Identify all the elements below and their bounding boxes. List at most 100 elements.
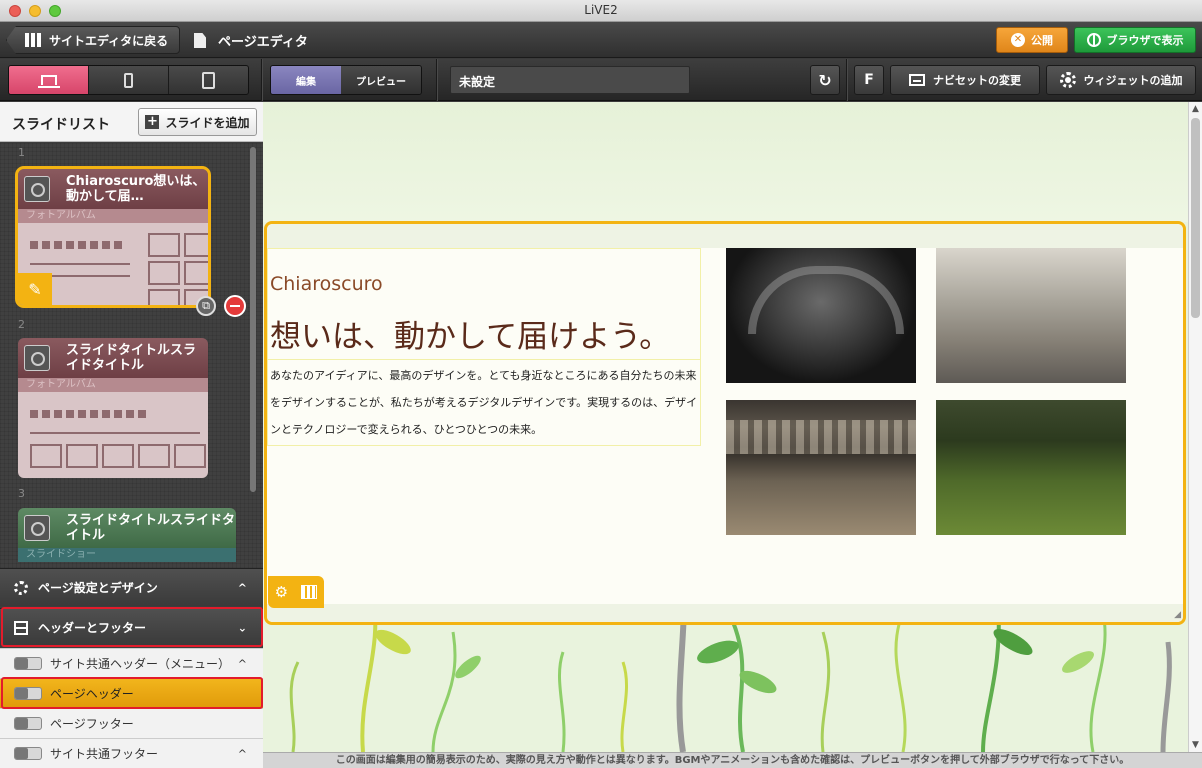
slide-number: 3 (18, 487, 25, 500)
slide-card-preview: ✎ (18, 223, 208, 305)
refresh-icon: ↻ (818, 70, 832, 90)
slide-list[interactable]: 1 Chiaroscuro想いは、動かして届… フォトアルバム ✎ ⧉ 2 スラ… (0, 143, 263, 568)
slide-widget[interactable]: Chiaroscuro 想いは、動かして届けよう。 あなたのアイディアに、最高の… (264, 221, 1186, 625)
photo-station-arch[interactable] (726, 248, 916, 383)
sidebar: スライドリスト + スライドを追加 1 Chiaroscuro想いは、動かして届… (0, 102, 263, 768)
slide-bottom-strip (267, 604, 1183, 622)
slide-subtitle[interactable]: Chiaroscuro (268, 249, 700, 299)
navset-icon (909, 74, 925, 86)
mode-switcher: 編集 プレビュー (270, 65, 422, 95)
add-widget-label: ウィジェットの追加 (1083, 74, 1183, 87)
page-status-field[interactable]: 未設定 (450, 66, 690, 94)
view-in-browser-button[interactable]: ブラウザで表示 (1074, 27, 1196, 53)
camera-icon (24, 345, 50, 371)
slide-title[interactable]: 想いは、動かして届けよう。 (268, 299, 700, 359)
back-button-label: サイトエディタに戻る (49, 33, 169, 48)
tablet-icon (202, 71, 215, 89)
duplicate-slide-icon[interactable]: ⧉ (196, 296, 216, 316)
slide-card[interactable]: スライドタイトルスライドタイトル フォトアルバム (18, 338, 208, 478)
view-in-browser-label: ブラウザで表示 (1106, 34, 1184, 47)
scrollbar-thumb[interactable] (1191, 118, 1200, 318)
slide-card-preview (18, 392, 208, 478)
device-tablet-button[interactable] (169, 66, 248, 94)
publish-icon: ✕ (1011, 33, 1025, 47)
image-icon (24, 515, 50, 541)
site-header-item[interactable]: サイト共通ヘッダー（メニュー） ^ (0, 648, 263, 678)
preview-text-dots (30, 410, 146, 418)
refresh-button[interactable]: ↻ (810, 65, 840, 95)
chevron-up-icon: ^ (237, 747, 247, 760)
preview-text-dots (30, 241, 122, 249)
camera-icon (24, 176, 50, 202)
page-footer-item[interactable]: ページフッター (0, 708, 263, 738)
preview-notice: この画面は編集用の簡易表示のため、実際の見え方や動作とは異なります。BGMやアニ… (263, 752, 1202, 768)
slide-card-type: スライドショー (18, 548, 236, 562)
site-footer-item[interactable]: サイト共通フッター ^ (0, 738, 263, 768)
toolbar-divider (261, 59, 262, 101)
slide-top-strip (267, 224, 1183, 248)
slide-card-header: スライドタイトルスライドタイトル (18, 508, 236, 548)
page-canvas[interactable]: Chiaroscuro 想いは、動かして届けよう。 あなたのアイディアに、最高の… (263, 102, 1188, 752)
window-title: LiVE2 (584, 3, 618, 17)
widget-tools: ⚙ (268, 576, 324, 608)
edit-mode-button[interactable]: 編集 (271, 66, 341, 94)
page-editor-heading: ページエディタ (194, 31, 308, 50)
add-slide-label: スライドを追加 (165, 115, 250, 130)
photo-moss-forest[interactable] (936, 400, 1126, 535)
preview-lines (30, 432, 200, 444)
preview-mode-button[interactable]: プレビュー (341, 66, 421, 94)
slide-body-text[interactable]: あなたのアイディアに、最高のデザインを。とても身近なところにある自分たちの未来を… (268, 359, 700, 445)
photo-roof-tiles[interactable] (726, 400, 916, 535)
add-widget-button[interactable]: ウィジェットの追加 (1046, 65, 1196, 95)
slide-card-type: フォトアルバム (18, 209, 208, 223)
page-settings-label: ページ設定とデザイン (38, 581, 158, 595)
callout-box-2 (1, 677, 263, 709)
resize-handle-icon[interactable]: ◢ (1174, 610, 1181, 620)
back-to-site-editor-button[interactable]: サイトエディタに戻る (6, 26, 180, 54)
page-background-top (263, 102, 1188, 222)
editor-toolbar: 編集 プレビュー 未設定 ↻ F ナビセットの変更 ウィジェットの追加 (0, 59, 1202, 101)
slide-list-title: スライドリスト (12, 117, 110, 133)
edit-pencil-icon[interactable]: ✎ (18, 273, 52, 305)
scroll-down-arrow-icon[interactable]: ▼ (1189, 738, 1202, 752)
remove-slide-icon[interactable] (224, 295, 246, 317)
slide-card[interactable]: スライドタイトルスライドタイトル スライドショー (18, 508, 236, 568)
page-title: ページエディタ (218, 35, 308, 50)
layout-grid-icon[interactable] (301, 585, 318, 599)
toolbar-divider (846, 59, 847, 101)
slide-text-block[interactable]: Chiaroscuro 想いは、動かして届けよう。 あなたのアイディアに、最高の… (267, 248, 701, 446)
slide-card-header: Chiaroscuro想いは、動かして届… (18, 169, 208, 209)
site-list-icon (25, 33, 41, 47)
slide-card-type: フォトアルバム (18, 378, 208, 392)
gear-icon (1059, 72, 1076, 88)
preview-image-grid (30, 444, 206, 468)
photo-station-platform[interactable] (936, 248, 1126, 383)
visibility-toggle[interactable] (14, 717, 42, 730)
phone-icon (124, 72, 133, 88)
slide-card-title: スライドタイトルスライドタイトル (66, 343, 197, 373)
widget-settings-icon[interactable]: ⚙ (275, 583, 288, 601)
change-navset-button[interactable]: ナビセットの変更 (890, 65, 1040, 95)
publish-button[interactable]: ✕ 公開 (996, 27, 1068, 53)
laptop-icon (37, 75, 60, 88)
scroll-up-arrow-icon[interactable]: ▲ (1189, 102, 1202, 116)
facebook-button[interactable]: F (854, 65, 884, 95)
visibility-toggle[interactable] (14, 747, 42, 760)
visibility-toggle[interactable] (14, 657, 42, 670)
toolbar-divider (436, 59, 437, 101)
callout-box-1 (1, 607, 263, 647)
publish-label: 公開 (1031, 34, 1053, 47)
add-slide-button[interactable]: + スライドを追加 (138, 108, 257, 136)
slide-number: 1 (18, 146, 25, 159)
slide-card[interactable]: Chiaroscuro想いは、動かして届… フォトアルバム ✎ (15, 166, 211, 308)
slide-card-header: スライドタイトルスライドタイトル (18, 338, 208, 378)
preview-image-grid (148, 233, 208, 305)
globe-icon (1086, 33, 1101, 47)
canvas-scrollbar[interactable]: ▲ ▼ (1188, 102, 1202, 752)
device-phone-button[interactable] (89, 66, 169, 94)
page-footer-label: ページフッター (50, 717, 134, 731)
site-footer-label: サイト共通フッター (50, 747, 159, 761)
slide-list-scrollbar[interactable] (250, 147, 256, 492)
page-settings-section[interactable]: ページ設定とデザイン ^ (0, 568, 263, 606)
device-desktop-button[interactable] (9, 66, 89, 94)
